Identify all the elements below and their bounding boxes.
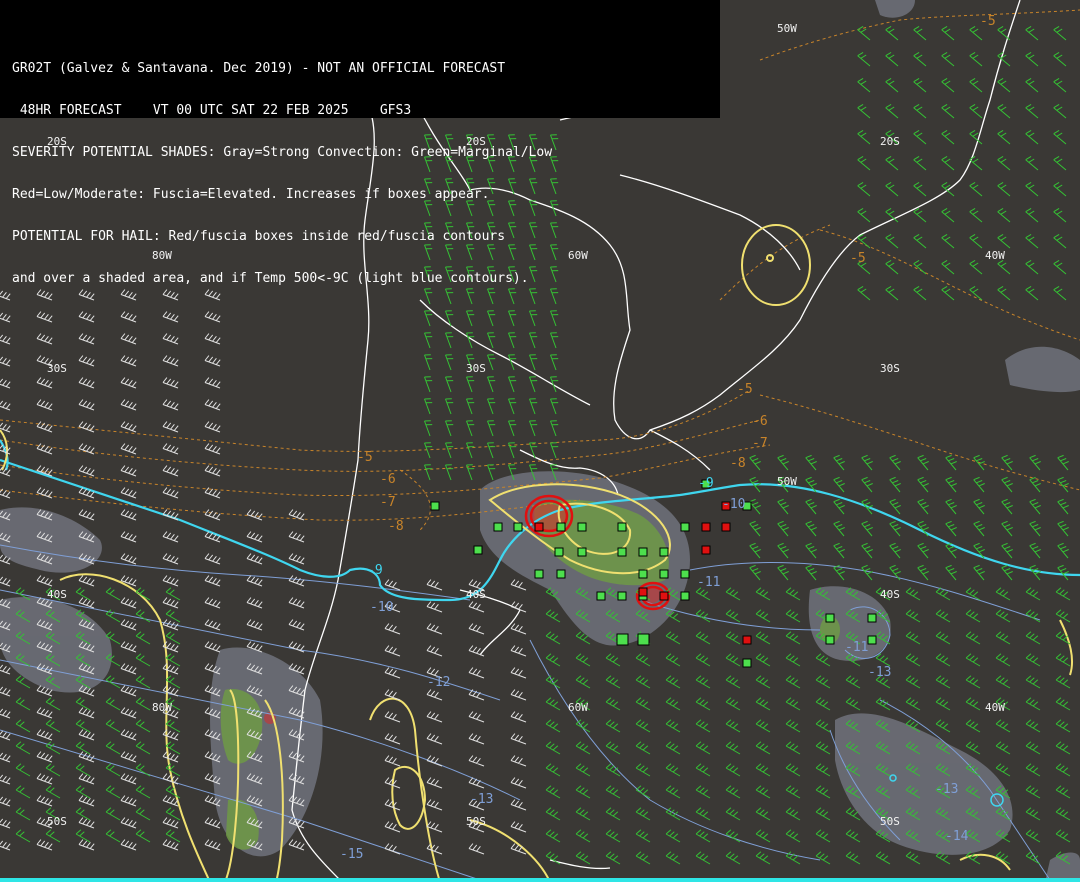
lat-label-30s: 30S <box>880 362 900 375</box>
header-line-model: GR02T (Galvez & Santavana. Dec 2019) - N… <box>12 62 506 76</box>
temp-label: -6 <box>752 414 768 429</box>
lon-label-50w: 50W <box>777 22 797 35</box>
header-line-severity-colors: Red=Low/Moderate: Fuscia=Elevated. Incre… <box>12 188 490 202</box>
header-line-severity-shades: SEVERITY POTENTIAL SHADES: Gray=Strong C… <box>12 146 553 160</box>
lat-label-30s: 30S <box>466 362 486 375</box>
lon-label-80w: 80W <box>152 249 172 262</box>
lat-label-30s: 30S <box>47 362 67 375</box>
forecast-header: GR02T (Galvez & Santavana. Dec 2019) - N… <box>0 0 720 286</box>
temp-label: -9 <box>367 563 383 578</box>
temp-label: -13 <box>470 792 494 807</box>
lat-label-50s: 50S <box>47 815 67 828</box>
lon-label-50w: 50W <box>777 475 797 488</box>
temp-label: -11 <box>697 575 721 590</box>
temp-label: -13 <box>935 782 959 797</box>
lon-label-60w: 60W <box>568 249 588 262</box>
temp-label: -10 <box>370 600 394 615</box>
lat-label-40s: 40S <box>880 588 900 601</box>
lon-label-40w: 40W <box>985 249 1005 262</box>
temp-label: -8 <box>730 456 746 471</box>
lat-label-50s: 50S <box>466 815 486 828</box>
temp-label: -6 <box>380 472 396 487</box>
lat-label-20s: 20S <box>47 135 67 148</box>
temp-label: -7 <box>380 495 396 510</box>
temp-label: -10 <box>722 497 746 512</box>
lat-label-40s: 40S <box>466 588 486 601</box>
temp-label: -14 <box>945 829 969 844</box>
temp-label: -8 <box>388 519 404 534</box>
temp-label: -12 <box>427 675 451 690</box>
temp-label: -5 <box>357 450 373 465</box>
bottom-edge-bar <box>0 878 1080 882</box>
lon-label-60w: 60W <box>568 701 588 714</box>
temp-label: -5 <box>850 251 866 266</box>
lat-label-40s: 40S <box>47 588 67 601</box>
header-line-valid-time: 48HR FORECAST VT 00 UTC SAT 22 FEB 2025 … <box>12 104 412 118</box>
temp-label: -5 <box>737 382 753 397</box>
lat-label-20s: 20S <box>466 135 486 148</box>
header-line-hail-condition: and over a shaded area, and if Temp 500<… <box>12 272 529 286</box>
lat-label-50s: 50S <box>880 815 900 828</box>
temp-label: -13 <box>868 665 892 680</box>
lon-label-40w: 40W <box>985 701 1005 714</box>
temp-label: -7 <box>752 436 768 451</box>
temp-label: -15 <box>340 847 364 862</box>
lat-label-20s: 20S <box>880 135 900 148</box>
temp-label: -9 <box>698 476 714 491</box>
lon-label-80w: 80W <box>152 701 172 714</box>
temp-label: -5 <box>980 14 996 29</box>
temp-label: -11 <box>845 640 869 655</box>
header-line-hail-potential: POTENTIAL FOR HAIL: Red/fuscia boxes ins… <box>12 230 506 244</box>
